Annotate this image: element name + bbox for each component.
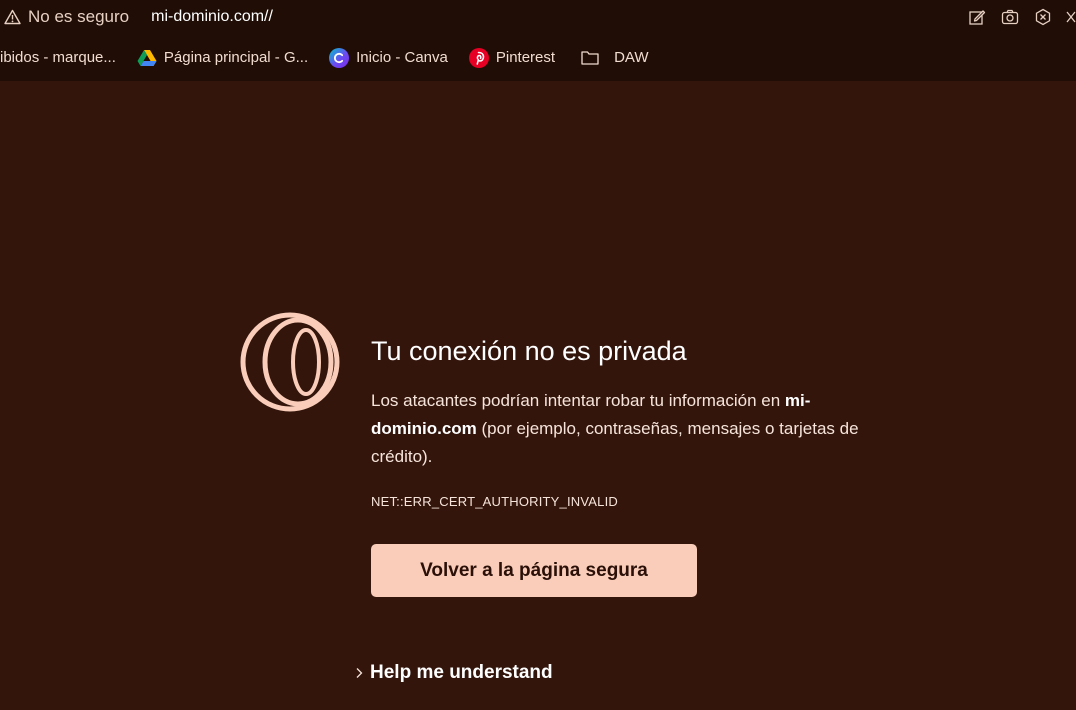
help-me-understand-toggle[interactable]: Help me understand (354, 662, 553, 684)
security-indicator[interactable]: No es seguro (4, 0, 129, 34)
error-page: Tu conexión no es privada Los atacantes … (0, 81, 1076, 710)
page-title: Tu conexión no es privada (371, 336, 687, 366)
pinterest-icon (468, 47, 489, 68)
camera-icon[interactable] (1000, 7, 1020, 27)
opera-gx-logo (240, 312, 340, 412)
bookmark-item[interactable]: Inicio - Canva (329, 47, 448, 68)
address-bar-actions (967, 7, 1076, 27)
error-description: Los atacantes podrían intentar robar tu … (371, 387, 871, 471)
bookmark-label: DAW (614, 49, 649, 66)
warning-triangle-icon (4, 9, 21, 25)
more-icon[interactable] (1066, 7, 1076, 27)
canva-icon (329, 47, 350, 68)
back-to-safety-button[interactable]: Volver a la página segura (371, 544, 697, 597)
google-drive-icon (137, 48, 157, 68)
folder-icon (580, 48, 600, 68)
bookmark-label: Página principal - G... (163, 49, 309, 66)
chevron-right-icon (356, 668, 363, 678)
bookmark-label: Inicio - Canva (356, 49, 448, 66)
security-label: No es seguro (28, 7, 130, 26)
bookmark-item[interactable]: Pinterest (468, 47, 556, 68)
url-field[interactable]: mi-dominio.com// (151, 8, 273, 26)
close-circle-icon[interactable] (1033, 7, 1053, 27)
bookmark-label: Pinterest (495, 49, 556, 66)
bookmarks-bar: ibidos - marque... Página principal - G.… (0, 34, 1076, 81)
bookmark-label: ibidos - marque... (0, 49, 116, 66)
desc-text: Los atacantes podrían intentar robar tu … (371, 391, 785, 410)
bookmark-item[interactable]: Página principal - G... (137, 48, 308, 68)
bookmark-item[interactable]: ibidos - marque... (0, 49, 116, 66)
help-label: Help me understand (370, 662, 553, 683)
bookmark-folder[interactable]: DAW (576, 48, 649, 68)
address-bar[interactable]: No es seguro mi-dominio.com// (0, 0, 1076, 34)
error-code: NET::ERR_CERT_AUTHORITY_INVALID (371, 494, 618, 509)
edit-icon[interactable] (967, 7, 987, 27)
